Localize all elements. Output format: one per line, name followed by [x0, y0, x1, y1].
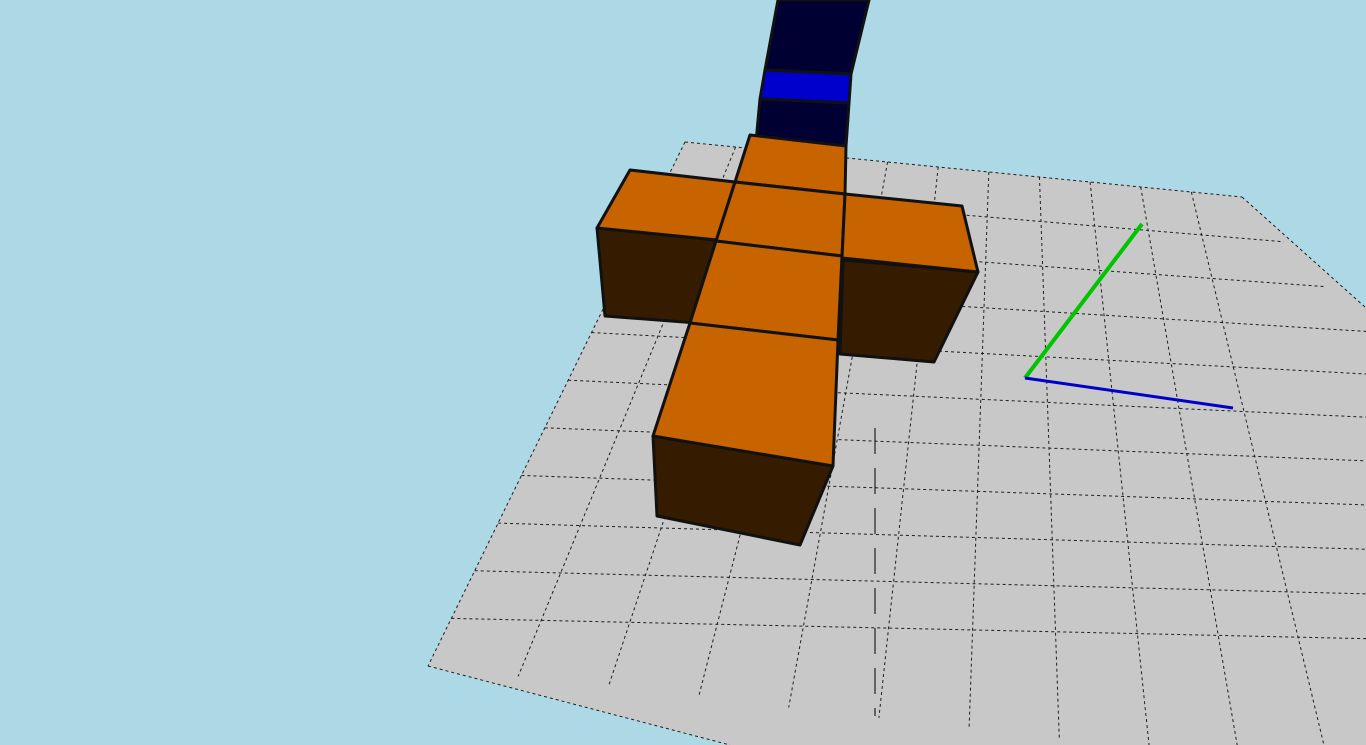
3d-viewport[interactable] — [0, 0, 1366, 745]
rod-highlight-band — [758, 68, 853, 105]
rod-upper-segment — [763, 0, 871, 76]
right-cube-face — [840, 192, 980, 274]
